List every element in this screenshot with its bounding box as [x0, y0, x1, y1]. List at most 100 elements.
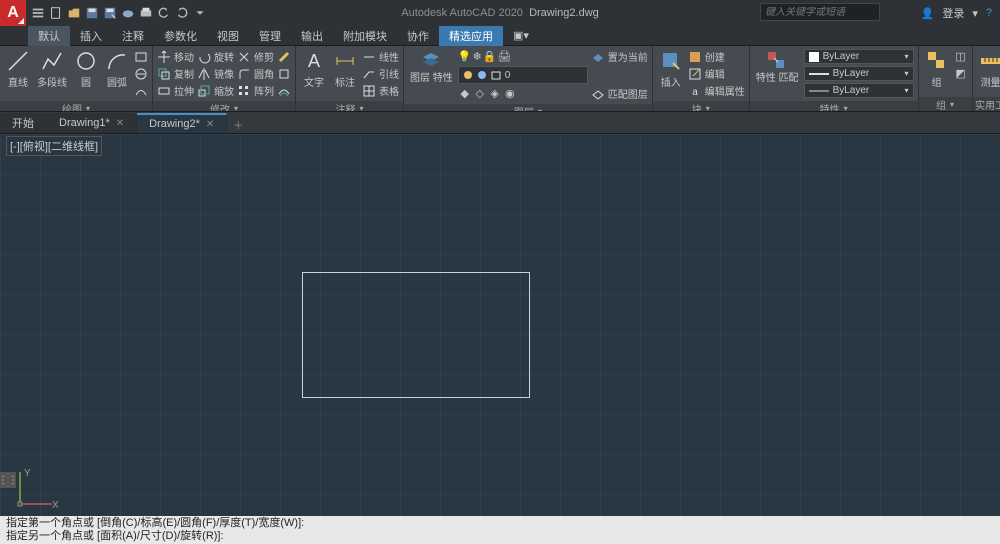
layer-iso-icon[interactable]: ◆ [458, 87, 472, 101]
new-tab-button[interactable]: ＋ [227, 117, 249, 133]
linetype-select[interactable]: ByLayer [804, 83, 914, 98]
fillet-button[interactable]: 圆角 [237, 66, 274, 81]
hatch-icon[interactable] [134, 66, 148, 81]
polyline-button[interactable]: 多段线 [35, 49, 69, 89]
trim-button[interactable]: 修剪 [237, 49, 274, 64]
lineweight-select[interactable]: ByLayer [804, 66, 914, 81]
app-logo[interactable]: A [0, 0, 26, 26]
edit-block-button[interactable]: 编辑 [688, 66, 745, 81]
ellipse-icon[interactable] [134, 83, 148, 98]
tab-featured[interactable]: 精选应用 [439, 26, 503, 46]
panel-label-group[interactable]: 组 [919, 97, 972, 111]
file-tab-start[interactable]: 开始 [0, 113, 47, 133]
qat-dropdown-icon[interactable] [192, 5, 208, 21]
panel-utils: 测量 ▦ 🖩 实用工具 [973, 46, 1000, 111]
mirror-button[interactable]: 镜像 [197, 66, 234, 81]
panel-label-block[interactable]: 块 [653, 101, 749, 112]
ungroup-icon[interactable]: ◫ [954, 49, 968, 64]
layer-freeze-icon[interactable]: ❄ [472, 50, 481, 63]
group-button[interactable]: 组 [923, 49, 951, 89]
qat-menu-icon[interactable] [30, 5, 46, 21]
copy-button[interactable]: 复制 [157, 66, 194, 81]
panel-label-draw[interactable]: 绘图 [0, 101, 152, 112]
layer-select[interactable]: 0 [458, 66, 588, 84]
tab-collab[interactable]: 协作 [397, 26, 439, 46]
drawing-canvas[interactable]: [-][俯视][二维线框] Y X ⋮⋮ [0, 134, 1000, 516]
color-select[interactable]: ByLayer [804, 49, 914, 64]
dimension-button[interactable]: 标注 [331, 49, 359, 89]
tab-parametric[interactable]: 参数化 [154, 26, 207, 46]
panel-group: 组 ◫ ◩ 组 [919, 46, 973, 111]
layer-freeze2-icon[interactable]: ◉ [503, 87, 517, 101]
text-button[interactable]: A文字 [300, 49, 328, 89]
table-button[interactable]: 表格 [362, 83, 399, 98]
panel-label-layer[interactable]: 图层 [404, 104, 652, 112]
tab-manage[interactable]: 管理 [249, 26, 291, 46]
scale-button[interactable]: 缩放 [197, 83, 234, 98]
explode-icon[interactable] [277, 66, 291, 81]
command-line[interactable]: 指定第一个角点或 [倒角(C)/标高(E)/圆角(F)/厚度(T)/宽度(W)]… [0, 516, 1000, 544]
app-name: Autodesk AutoCAD 2020 [401, 7, 523, 19]
offset-icon[interactable] [277, 83, 291, 98]
search-input[interactable] [760, 3, 880, 21]
saveas-icon[interactable] [102, 5, 118, 21]
array-button[interactable]: 阵列 [237, 83, 274, 98]
rectangle-icon[interactable] [134, 49, 148, 64]
layer-off-icon[interactable]: ◈ [488, 87, 502, 101]
redo-icon[interactable] [174, 5, 190, 21]
title-text: Autodesk AutoCAD 2020 Drawing2.dwg [401, 7, 599, 19]
tab-insert[interactable]: 插入 [70, 26, 112, 46]
undo-icon[interactable] [156, 5, 172, 21]
login-label[interactable]: 登录 [942, 5, 964, 21]
drawn-rectangle[interactable] [302, 272, 530, 398]
panel-label-properties[interactable]: 特性 [750, 101, 918, 112]
layer-uniso-icon[interactable]: ◇ [473, 87, 487, 101]
tab-overflow-icon[interactable]: ▣▾ [503, 27, 539, 44]
help-icon[interactable]: ? [986, 7, 992, 19]
app-switcher-icon[interactable]: ▾ [972, 7, 978, 20]
leader-button[interactable]: 引线 [362, 66, 399, 81]
cmd-handle-icon[interactable]: ⋮⋮ [0, 472, 16, 488]
create-block-button[interactable]: 创建 [688, 49, 745, 64]
layer-on-icon[interactable]: 💡 [458, 50, 472, 63]
view-label[interactable]: [-][俯视][二维线框] [6, 136, 102, 156]
panel-label-utils[interactable]: 实用工具 [973, 97, 1000, 111]
svg-text:a: a [692, 87, 698, 98]
circle-button[interactable]: 圆 [72, 49, 100, 89]
file-tab-drawing1[interactable]: Drawing1*✕ [47, 113, 137, 133]
linear-dim-button[interactable]: 线性 [362, 49, 399, 64]
open-icon[interactable] [66, 5, 82, 21]
tab-addons[interactable]: 附加模块 [333, 26, 397, 46]
tab-view[interactable]: 视图 [207, 26, 249, 46]
layer-plot-icon[interactable]: 🖨 [497, 50, 511, 63]
match-layer-button[interactable]: 匹配图层 [591, 86, 648, 101]
line-button[interactable]: 直线 [4, 49, 32, 89]
file-name: Drawing2.dwg [529, 7, 599, 19]
panel-label-modify[interactable]: 修改 [153, 101, 295, 112]
save-icon[interactable] [84, 5, 100, 21]
arc-button[interactable]: 圆弧 [103, 49, 131, 89]
insert-block-button[interactable]: 插入 [657, 49, 685, 89]
stretch-button[interactable]: 拉伸 [157, 83, 194, 98]
match-props-button[interactable]: 特性 匹配 [754, 49, 801, 84]
panel-label-annotate[interactable]: 注释 [296, 101, 403, 112]
user-icon[interactable]: 👤 [921, 7, 935, 20]
measure-button[interactable]: 测量 [977, 49, 1000, 89]
close-icon[interactable]: ✕ [116, 118, 124, 129]
cloud-icon[interactable] [120, 5, 136, 21]
make-current-button[interactable]: 置为当前 [591, 49, 648, 64]
file-tab-drawing2[interactable]: Drawing2*✕ [137, 113, 227, 133]
edit-attr-button[interactable]: a编辑属性 [688, 83, 745, 98]
tab-output[interactable]: 输出 [291, 26, 333, 46]
erase-icon[interactable] [277, 49, 291, 64]
group-edit-icon[interactable]: ◩ [954, 66, 968, 81]
tab-annotate[interactable]: 注释 [112, 26, 154, 46]
move-button[interactable]: 移动 [157, 49, 194, 64]
tab-default[interactable]: 默认 [28, 26, 70, 46]
close-icon[interactable]: ✕ [206, 119, 214, 130]
new-icon[interactable] [48, 5, 64, 21]
plot-icon[interactable] [138, 5, 154, 21]
layer-props-button[interactable]: 图层 特性 [408, 49, 455, 84]
layer-lock-icon[interactable]: 🔒 [483, 50, 497, 63]
rotate-button[interactable]: 旋转 [197, 49, 234, 64]
